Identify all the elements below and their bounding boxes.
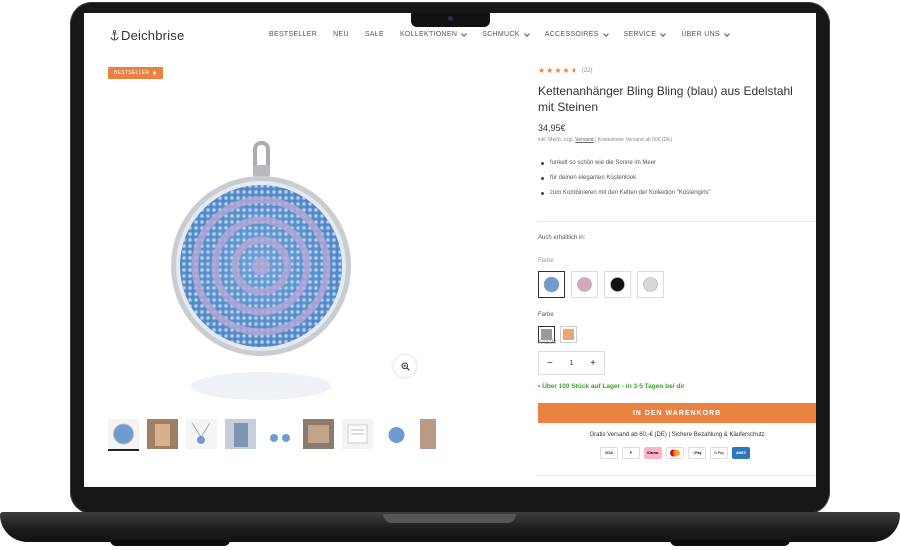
- nav-label: BESTSELLER: [269, 31, 318, 38]
- variant-swatch-black[interactable]: [604, 271, 631, 298]
- vat-note: inkl. MwSt. zzgl. Versand | Kostenloser …: [538, 137, 672, 143]
- also-available-label: Auch erhältlich in:: [538, 235, 586, 241]
- google-pay-icon: G Pay: [710, 447, 728, 459]
- product-price: 34,95€: [538, 123, 566, 133]
- feature-list: funkelt so schön wie die Sonne im Meer f…: [538, 156, 711, 201]
- nav-label: NEU: [333, 31, 349, 38]
- delivery-time: - In 3-5 Tagen bei dir: [620, 383, 685, 390]
- chevron-down-icon: [724, 30, 730, 37]
- camera-icon: [448, 16, 453, 21]
- quantity-value[interactable]: 1: [570, 360, 574, 367]
- product-title: Kettenanhänger Bling Bling (blau) aus Ed…: [538, 84, 793, 114]
- variant-swatch-rose[interactable]: [571, 271, 598, 298]
- finish-label: Farbe: [538, 312, 554, 318]
- vat-suffix: | Kostenloser Versand ab 60€ (DE): [593, 137, 673, 143]
- badge-label: BESTSELLER: [114, 70, 150, 76]
- thumbnail-8[interactable]: [381, 419, 412, 449]
- nav-label: SALE: [364, 31, 384, 38]
- site-logo[interactable]: Deichbrise: [110, 28, 184, 43]
- lightning-icon: [152, 70, 157, 76]
- chevron-down-icon: [461, 30, 468, 37]
- nav-item-sale[interactable]: SALE: [365, 31, 384, 38]
- vat-prefix: inkl. MwSt. zzgl.: [538, 137, 576, 143]
- shipping-link[interactable]: Versand: [575, 137, 593, 143]
- laptop-foot-right: [670, 540, 790, 546]
- laptop-hinge-lip: [383, 514, 516, 523]
- feature-item: funkelt so schön wie die Sonne im Meer: [538, 156, 711, 171]
- quantity-plus-button[interactable]: +: [590, 358, 596, 369]
- nav-item-accessoires[interactable]: ACCESSOIRES: [544, 30, 609, 38]
- amex-icon: AMEX: [732, 447, 750, 459]
- star-icon: ★: [538, 66, 546, 75]
- star-icon: ★: [562, 66, 570, 75]
- stock-amount: • Über 100 Stück auf Lager: [538, 383, 621, 390]
- apple-pay-icon: Pay: [688, 447, 706, 459]
- nav-item-kollektionen[interactable]: KOLLEKTIONEN: [399, 30, 468, 38]
- visa-icon: VISA: [600, 447, 618, 459]
- nav-label: SCHMUCK: [482, 31, 520, 38]
- pendant-product-image: [171, 141, 351, 400]
- paypal-icon: P: [622, 447, 640, 459]
- add-to-cart-button[interactable]: IN DEN WARENKORB: [538, 403, 816, 423]
- main-nav: BESTSELLER NEU SALE KOLLEKTIONEN SCHMUCK…: [269, 30, 730, 38]
- klarna-icon: Klarna.: [644, 447, 662, 459]
- quantity-stepper: − 1 +: [538, 351, 605, 375]
- thumbnail-5[interactable]: [264, 419, 295, 449]
- chevron-down-icon: [602, 30, 609, 37]
- chevron-down-icon: [660, 30, 667, 37]
- divider: [538, 475, 816, 476]
- nav-item-schmuck[interactable]: SCHMUCK: [482, 30, 530, 38]
- mastercard-icon: [666, 447, 684, 459]
- thumbnail-7[interactable]: [342, 419, 373, 449]
- logo-text: Deichbrise: [121, 28, 185, 43]
- nav-label: KOLLEKTIONEN: [399, 31, 458, 38]
- nav-item-neu[interactable]: NEU: [333, 31, 349, 38]
- thumbnail-1[interactable]: [108, 419, 139, 451]
- nav-item-service[interactable]: SERVICE: [623, 30, 667, 38]
- browser-screen: Deichbrise BESTSELLER NEU SALE KOLLEKTIO…: [84, 13, 816, 487]
- star-icon: ★: [546, 66, 554, 75]
- nav-item-bestseller[interactable]: BESTSELLER: [269, 31, 317, 38]
- color-label: Farbe: [538, 258, 554, 264]
- apple-pay-label: Pay: [693, 451, 701, 455]
- nav-label: SERVICE: [623, 31, 657, 38]
- laptop-foot-left: [110, 540, 230, 546]
- thumbnail-9[interactable]: [420, 419, 436, 449]
- thumbnail-4[interactable]: [225, 419, 256, 449]
- feature-item: zum Kombinieren mit den Ketten der Kolle…: [538, 186, 711, 201]
- quantity-label: Anzahl: [538, 340, 557, 346]
- thumbnail-strip: [108, 419, 436, 451]
- star-half-icon: ★: [570, 66, 578, 75]
- variant-swatch-blue[interactable]: [538, 271, 565, 298]
- nav-label: ACCESSOIRES: [544, 31, 599, 38]
- nav-item-ueber-uns[interactable]: ÜBER UNS: [681, 30, 730, 38]
- rating-stars[interactable]: ★ ★ ★ ★ ★ (22): [538, 66, 593, 75]
- variant-swatch-grey[interactable]: [637, 271, 664, 298]
- review-count: (22): [581, 67, 593, 74]
- finish-swatch-rosegold[interactable]: [560, 326, 577, 343]
- star-icon: ★: [554, 66, 562, 75]
- chevron-down-icon: [523, 30, 530, 37]
- feature-item: für deinen eleganten Küstenlook: [538, 171, 711, 186]
- divider: [538, 221, 816, 222]
- anchor-icon: [110, 30, 119, 41]
- quantity-minus-button[interactable]: −: [547, 358, 553, 369]
- shipping-note: Gratis Versand ab 60,-€ (DE) | Sichere B…: [589, 432, 765, 438]
- nav-label: ÜBER UNS: [681, 31, 720, 38]
- zoom-in-icon: [401, 362, 410, 371]
- thumbnail-6[interactable]: [303, 419, 334, 449]
- thumbnail-3[interactable]: [186, 419, 217, 449]
- stock-status: • Über 100 Stück auf Lager - In 3-5 Tage…: [538, 383, 685, 390]
- bestseller-badge: BESTSELLER: [108, 67, 164, 79]
- payment-icons: VISA P Klarna. Pay G Pay AMEX: [600, 447, 750, 459]
- zoom-button[interactable]: [394, 355, 416, 377]
- thumbnail-2[interactable]: [147, 419, 178, 449]
